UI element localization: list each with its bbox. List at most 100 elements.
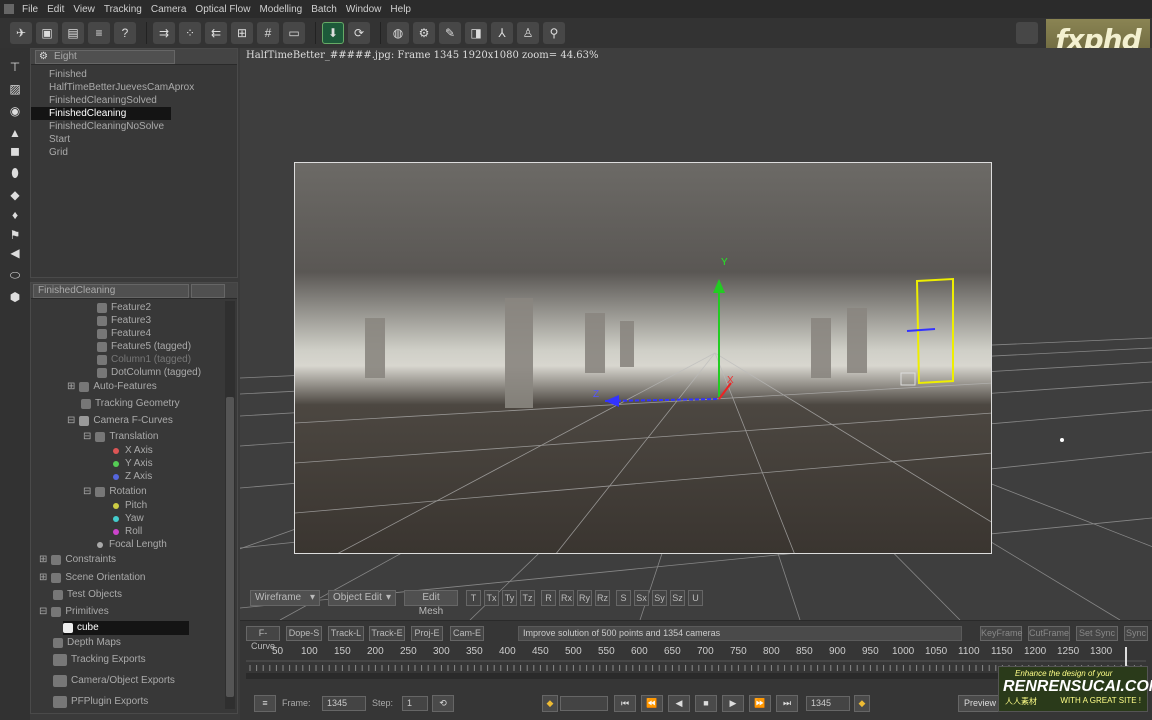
roll-item[interactable]: Roll bbox=[113, 525, 142, 539]
tree-item[interactable]: HalfTimeBetterJuevesCamAprox bbox=[31, 81, 237, 94]
start-key-icon[interactable]: ◆ bbox=[542, 695, 558, 712]
rotate-button[interactable]: R bbox=[541, 590, 556, 606]
tracking-exports-item[interactable]: Tracking Exports bbox=[53, 653, 146, 667]
filter-selector[interactable] bbox=[191, 283, 225, 298]
grid-icon[interactable]: # bbox=[257, 22, 279, 44]
rotate-x-button[interactable]: Rx bbox=[559, 590, 574, 606]
rotation-item[interactable]: ⊟ Rotation bbox=[83, 485, 147, 499]
set-sync-button[interactable]: Set Sync bbox=[1076, 626, 1118, 641]
camera-object-exports-item[interactable]: Camera/Object Exports bbox=[53, 674, 175, 688]
edit-mesh-button[interactable]: Edit Mesh bbox=[404, 590, 458, 617]
start-frame-input[interactable] bbox=[560, 696, 608, 711]
feature-item[interactable]: Feature4 bbox=[97, 327, 151, 341]
end-frame-input[interactable]: 1345 bbox=[806, 696, 850, 711]
go-end-icon[interactable]: ⏭ bbox=[776, 695, 798, 712]
object-mode-icon[interactable]: ⬇ bbox=[322, 22, 344, 44]
panel-layout-icon[interactable] bbox=[1016, 22, 1038, 44]
figure-icon[interactable]: ♙ bbox=[517, 22, 539, 44]
tab-dope-sheet[interactable]: Dope-S bbox=[286, 626, 322, 641]
flag-tool-icon[interactable]: ⚑ bbox=[7, 228, 23, 242]
rotate-y-button[interactable]: Ry bbox=[577, 590, 592, 606]
cylinder-tool-icon[interactable]: ⬮ bbox=[7, 166, 23, 180]
pfplugin-exports-item[interactable]: PFPlugin Exports bbox=[53, 695, 148, 709]
pin-icon[interactable]: ⚲ bbox=[543, 22, 565, 44]
tab-track-editor[interactable]: Track-E bbox=[369, 626, 405, 641]
cube-wireframe[interactable] bbox=[915, 277, 954, 385]
pin-tool-icon[interactable]: ⊤ bbox=[7, 60, 23, 74]
constraints-item[interactable]: ⊞ Constraints bbox=[39, 553, 116, 567]
help-cursor-icon[interactable]: ? bbox=[114, 22, 136, 44]
menu-view[interactable]: View bbox=[73, 4, 95, 15]
z-axis-item[interactable]: Z Axis bbox=[113, 470, 152, 484]
menu-batch[interactable]: Batch bbox=[311, 4, 337, 15]
menu-modelling[interactable]: Modelling bbox=[259, 4, 302, 15]
translate-y-button[interactable]: Ty bbox=[502, 590, 517, 606]
plane-tool-icon[interactable]: ▨ bbox=[7, 82, 23, 96]
tab-fcurve[interactable]: F-Curve bbox=[246, 626, 280, 651]
test-objects-item[interactable]: Test Objects bbox=[53, 588, 122, 602]
tree-item[interactable]: FinishedCleaningSolved bbox=[31, 94, 237, 107]
plane-flat-icon[interactable]: ◆ bbox=[7, 188, 23, 202]
collapse-icon[interactable]: ⊟ bbox=[39, 605, 47, 619]
x-axis-item[interactable]: X Axis bbox=[113, 444, 153, 458]
uniform-button[interactable]: U bbox=[688, 590, 703, 606]
mask-icon[interactable]: ◨ bbox=[465, 22, 487, 44]
edit-mode-dropdown[interactable]: Object Edit ▾ bbox=[328, 590, 396, 606]
bucket-tool-icon[interactable]: ⬭ bbox=[7, 268, 23, 282]
axes-icon[interactable]: ⅄ bbox=[491, 22, 513, 44]
pitch-item[interactable]: Pitch bbox=[113, 499, 147, 513]
menu-help[interactable]: Help bbox=[390, 4, 411, 15]
scale-x-button[interactable]: Sx bbox=[634, 590, 649, 606]
primitives-item[interactable]: ⊟ Primitives bbox=[39, 605, 109, 619]
focal-length-item[interactable]: Focal Length bbox=[97, 538, 167, 552]
menu-edit[interactable]: Edit bbox=[47, 4, 64, 15]
drop-tool-icon[interactable]: ♦ bbox=[7, 208, 23, 222]
feature-item[interactable]: DotColumn (tagged) bbox=[97, 366, 201, 380]
play-icon[interactable]: ▶ bbox=[722, 695, 744, 712]
feature-item[interactable]: Feature5 (tagged) bbox=[97, 340, 191, 354]
translate-x-button[interactable]: Tx bbox=[484, 590, 499, 606]
tree-item[interactable]: Start bbox=[31, 133, 237, 146]
expand-icon[interactable]: ⊞ bbox=[67, 380, 75, 394]
image-icon[interactable]: ▣ bbox=[36, 22, 58, 44]
hex-tool-icon[interactable]: ⬢ bbox=[7, 290, 23, 304]
tab-track-list[interactable]: Track-L bbox=[328, 626, 364, 641]
tree-item[interactable]: Grid bbox=[31, 146, 237, 159]
stop-icon[interactable]: ■ bbox=[695, 695, 717, 712]
depth-maps-item[interactable]: Depth Maps bbox=[53, 636, 121, 650]
browser-scrollbar[interactable] bbox=[225, 301, 235, 709]
app-icon[interactable] bbox=[4, 4, 14, 14]
display-mode-dropdown[interactable]: Wireframe ▾ bbox=[250, 590, 320, 606]
keyframe-button[interactable]: KeyFrame bbox=[980, 626, 1023, 641]
feature-item[interactable]: Feature3 bbox=[97, 314, 151, 328]
tree-item[interactable]: Finished bbox=[31, 68, 237, 81]
loop-icon[interactable]: ⟲ bbox=[432, 695, 454, 712]
scrollbar-thumb[interactable] bbox=[226, 397, 234, 697]
camera-tool-icon[interactable]: ✈ bbox=[10, 22, 32, 44]
play-reverse-icon[interactable]: ◀ bbox=[668, 695, 690, 712]
menu-list-icon[interactable]: ≡ bbox=[254, 695, 276, 712]
tab-cam-editor[interactable]: Cam-E bbox=[450, 626, 484, 641]
collapse-icon[interactable]: ⊟ bbox=[67, 414, 75, 428]
object-selector[interactable]: FinishedCleaning bbox=[33, 283, 189, 298]
gear-icon[interactable]: ⚙ bbox=[413, 22, 435, 44]
translate-button[interactable]: T bbox=[466, 590, 481, 606]
scene-orientation-item[interactable]: ⊞ Scene Orientation bbox=[39, 571, 145, 585]
step-back-icon[interactable]: ⏪ bbox=[641, 695, 663, 712]
monitor-icon[interactable]: ▭ bbox=[283, 22, 305, 44]
feature-item[interactable]: Column1 (tagged) bbox=[97, 353, 191, 367]
cube-tool-icon[interactable]: ◼ bbox=[7, 144, 23, 158]
film-icon[interactable]: ▤ bbox=[62, 22, 84, 44]
expand-icon[interactable]: ⊞ bbox=[39, 553, 47, 567]
menu-camera[interactable]: Camera bbox=[151, 4, 187, 15]
collapse-icon[interactable]: ⊟ bbox=[83, 430, 91, 444]
orbit-icon[interactable]: ⟳ bbox=[348, 22, 370, 44]
cone-tool-icon[interactable]: ▲ bbox=[7, 126, 23, 140]
menu-optical-flow[interactable]: Optical Flow bbox=[195, 4, 250, 15]
track-forward-icon[interactable]: ⇉ bbox=[153, 22, 175, 44]
cube-item-selected[interactable]: cube bbox=[63, 621, 189, 635]
translation-item[interactable]: ⊟ Translation bbox=[83, 430, 159, 444]
brush-icon[interactable]: ✎ bbox=[439, 22, 461, 44]
track-points-icon[interactable]: ⁘ bbox=[179, 22, 201, 44]
sphere-tool-icon[interactable]: ◉ bbox=[7, 104, 23, 118]
